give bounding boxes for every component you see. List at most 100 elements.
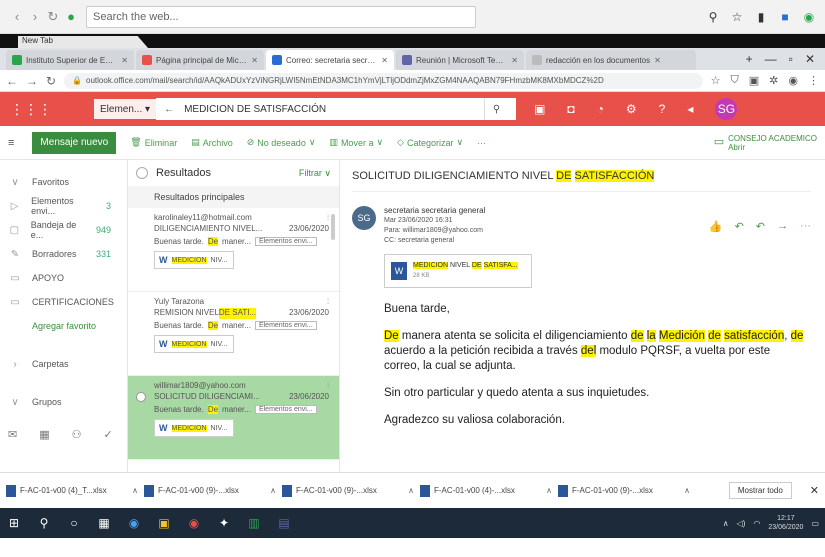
star-icon[interactable]: ☆ xyxy=(729,10,745,24)
browser-tab[interactable]: Instituto Superior de Educaci✕ xyxy=(6,50,134,70)
more-icon[interactable]: ··· xyxy=(800,220,811,232)
back-icon[interactable]: ‹ xyxy=(8,9,26,24)
attachment-chip[interactable]: W MEDICION NIV... xyxy=(154,335,234,353)
people-icon[interactable]: ⚇ xyxy=(72,428,82,441)
skype-icon[interactable]: ▣ xyxy=(534,102,545,116)
maximize-icon[interactable]: ▫ xyxy=(789,52,793,66)
folder-item[interactable]: ✎ Borradores 331 xyxy=(0,242,127,266)
profile-icon[interactable]: ◉ xyxy=(801,10,817,24)
folder-item[interactable]: › Carpetas xyxy=(0,352,127,376)
attachment-chip[interactable]: W MEDICION NIV... xyxy=(154,419,234,437)
download-item[interactable]: F-AC-01-v00 (4)_T...xlsx ∧ xyxy=(6,484,138,497)
scrollbar[interactable] xyxy=(331,214,335,240)
download-item[interactable]: F-AC-01-v00 (9)-...xlsx ∧ xyxy=(282,484,414,497)
browser-logo-icon[interactable]: ● xyxy=(62,9,80,24)
folder-item[interactable]: ▭ CERTIFICACIONES xyxy=(0,290,127,314)
clock[interactable]: 12:17 23/06/2020 xyxy=(768,514,803,532)
close-tab-icon[interactable]: ✕ xyxy=(654,56,661,65)
attachment-chip[interactable]: W MEDICION NIV... xyxy=(154,251,234,269)
like-icon[interactable]: 👍 xyxy=(709,220,723,233)
close-window-icon[interactable]: ✕ xyxy=(805,52,815,66)
junk-button[interactable]: ⊘ No deseado ∨ xyxy=(247,137,316,148)
teams-icon[interactable]: ◘ xyxy=(567,102,574,116)
tray-arrow-icon[interactable]: ∧ xyxy=(723,519,729,528)
close-tab-icon[interactable]: ✕ xyxy=(381,56,388,65)
puzzle-icon[interactable]: ✲ xyxy=(769,74,778,87)
excel-icon[interactable]: ▥ xyxy=(246,515,262,531)
browser-tab[interactable]: Correo: secretaria secretaria g✕ xyxy=(266,50,394,70)
sender-name[interactable]: secretaria secretaria general xyxy=(384,206,485,216)
reply-all-icon[interactable]: ↶ xyxy=(756,220,765,233)
teams-icon[interactable]: ▤ xyxy=(276,515,292,531)
windows-start-icon[interactable]: ⊞ xyxy=(6,515,22,531)
search-input[interactable]: ← MEDICION DE SATISFACCIÓN ⚲ xyxy=(156,98,517,120)
chevron-up-icon[interactable]: ∧ xyxy=(270,486,276,495)
forward-icon[interactable]: → xyxy=(26,74,38,88)
filter-button[interactable]: Filtrar ∨ xyxy=(299,168,331,179)
close-tab-icon[interactable]: ✕ xyxy=(121,56,128,65)
store-icon[interactable]: ▣ xyxy=(156,515,172,531)
select-radio[interactable] xyxy=(136,392,146,402)
more-options-button[interactable]: ··· xyxy=(477,138,486,148)
attachment-card[interactable]: W MEDICION NIVEL DE SATISFA... 28 KB xyxy=(384,254,532,288)
new-message-button[interactable]: Mensaje nuevo xyxy=(32,131,117,154)
mail-icon[interactable]: ✉ xyxy=(8,428,17,441)
delete-button[interactable]: 🗑 Eliminar xyxy=(130,137,177,148)
move-to-button[interactable]: ▥ Mover a ∨ xyxy=(329,137,383,148)
search-icon[interactable]: ⚲ xyxy=(484,98,509,120)
chrome-icon[interactable]: ◉ xyxy=(186,515,202,531)
todo-icon[interactable]: ✓ xyxy=(104,428,113,441)
chevron-up-icon[interactable]: ∧ xyxy=(408,486,414,495)
extension-icon[interactable]: ■ xyxy=(777,10,793,24)
new-tab-icon[interactable]: + xyxy=(746,52,753,66)
hamburger-icon[interactable]: ≡ xyxy=(8,137,14,149)
settings-icon[interactable]: ✦ xyxy=(216,515,232,531)
download-item[interactable]: F-AC-01-v00 (4)-...xlsx ∧ xyxy=(420,484,552,497)
forward-icon[interactable]: › xyxy=(26,9,44,24)
shield-icon[interactable]: ⛉ xyxy=(731,74,739,87)
search-icon[interactable]: ⚲ xyxy=(36,515,52,531)
calendar-event[interactable]: ▭ CONSEJO ACADEMICO Abrir xyxy=(714,134,817,152)
chevron-up-icon[interactable]: ∧ xyxy=(132,486,138,495)
folder-item[interactable]: ▷ Elementos envi... 3 xyxy=(0,194,127,218)
app-launcher-icon[interactable]: ⋮⋮⋮ xyxy=(10,101,52,118)
browser-icon[interactable]: ◉ xyxy=(126,515,142,531)
web-search-input[interactable]: Search the web... xyxy=(86,5,476,28)
show-all-button[interactable]: Mostrar todo xyxy=(728,482,792,499)
close-tab-icon[interactable]: ✕ xyxy=(511,56,518,65)
reply-icon[interactable]: ↶ xyxy=(735,220,744,233)
gear-icon[interactable]: ⚙ xyxy=(626,102,637,116)
calendar-icon[interactable]: ▦ xyxy=(39,428,49,441)
chevron-up-icon[interactable]: ∧ xyxy=(546,486,552,495)
megaphone-icon[interactable]: ◂ xyxy=(687,102,693,116)
reload-icon[interactable]: ↻ xyxy=(44,9,62,25)
wifi-icon[interactable]: ◠ xyxy=(753,519,760,528)
extension-icon[interactable]: ▣ xyxy=(749,74,759,87)
bell-icon[interactable]: ◔ xyxy=(597,102,604,116)
list-item[interactable]: Yuly Tarazona ⫶ REMISION NIVEL DE SATI...… xyxy=(128,292,339,376)
avatar[interactable]: SG xyxy=(715,98,738,120)
task-view-icon[interactable]: ○ xyxy=(66,515,82,531)
folder-item[interactable]: ∨ Favoritos xyxy=(0,170,127,194)
volume-icon[interactable]: ◁) xyxy=(737,519,746,528)
close-icon[interactable]: ✕ xyxy=(810,484,819,497)
minimize-icon[interactable]: — xyxy=(765,52,777,66)
forward-icon[interactable]: → xyxy=(777,220,788,232)
chevron-up-icon[interactable]: ∧ xyxy=(684,486,690,495)
download-item[interactable]: F-AC-01-v00 (9)-...xlsx ∧ xyxy=(144,484,276,497)
more-icon[interactable]: ⋮ xyxy=(808,74,819,87)
categorize-button[interactable]: ◇ Categorizar ∨ xyxy=(397,137,463,148)
help-icon[interactable]: ? xyxy=(659,102,666,116)
download-item[interactable]: F-AC-01-v00 (9)-...xlsx ∧ xyxy=(558,484,690,497)
back-icon[interactable]: ← xyxy=(6,74,18,88)
folder-item[interactable]: ▭ APOYO xyxy=(0,266,127,290)
folder-item[interactable]: ▢ Bandeja de e... 949 xyxy=(0,218,127,242)
folder-item[interactable]: Agregar favorito xyxy=(0,314,127,338)
notification-icon[interactable]: ▭ xyxy=(811,519,819,528)
reload-icon[interactable]: ↻ xyxy=(46,74,56,88)
close-tab-icon[interactable]: ✕ xyxy=(251,56,258,65)
sender-avatar[interactable]: SG xyxy=(352,206,376,230)
star-icon[interactable]: ☆ xyxy=(711,74,721,87)
back-arrow-icon[interactable]: ← xyxy=(164,104,174,115)
url-field[interactable]: 🔒 outlook.office.com/mail/search/id/AAQkA… xyxy=(64,72,703,89)
